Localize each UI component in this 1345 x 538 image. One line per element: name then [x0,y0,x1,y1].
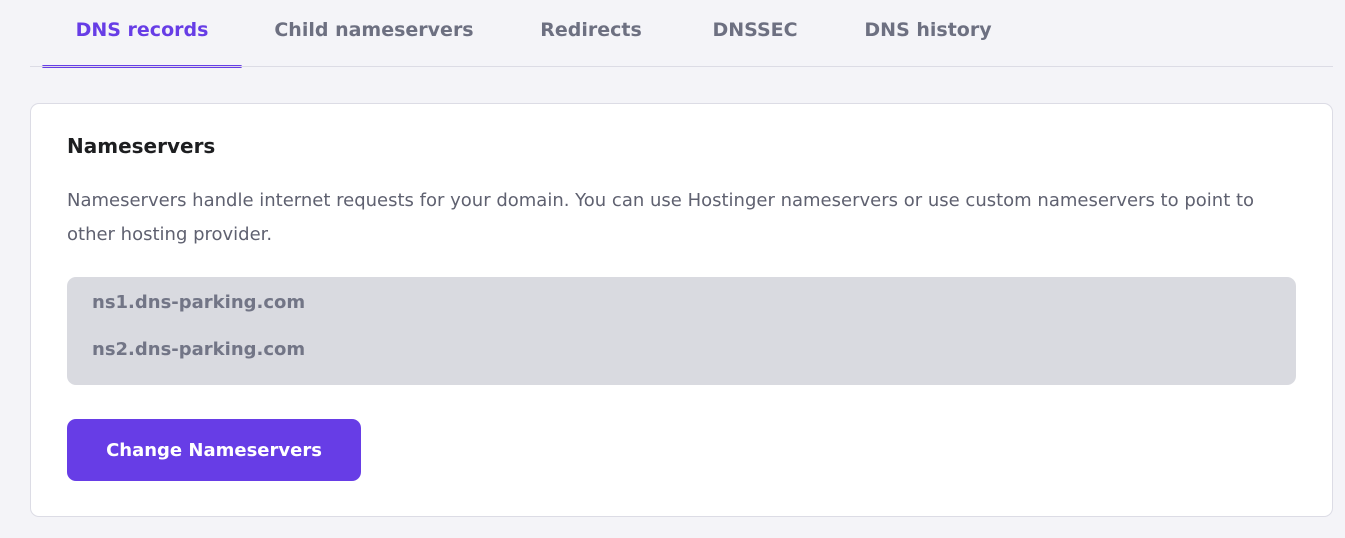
card-description: Nameservers handle internet requests for… [67,190,1255,245]
tab-child-nameservers[interactable]: Child nameservers [260,0,488,68]
nameserver-item: ns1.dns-parking.com [92,292,306,313]
tab-label: Redirects [540,19,642,41]
tab-dns-records[interactable]: DNS records [42,0,242,68]
nameservers-card: Nameservers Nameservers handle internet … [30,103,1333,517]
dns-tabs: DNS records Child nameservers Redirects … [0,0,1345,68]
tab-redirects[interactable]: Redirects [520,0,662,68]
tab-label: DNS history [864,19,992,41]
tab-dnssec[interactable]: DNSSEC [698,0,812,68]
card-title: Nameservers [67,134,216,158]
nameserver-item: ns2.dns-parking.com [92,339,306,360]
tab-dns-history[interactable]: DNS history [850,0,1006,68]
tab-label: DNS records [75,19,209,41]
nameserver-list: ns1.dns-parking.com ns2.dns-parking.com [67,277,1296,385]
tabs-divider [30,66,1333,67]
change-nameservers-button[interactable]: Change Nameservers [67,419,361,481]
tab-label: DNSSEC [712,19,798,41]
tab-label: Child nameservers [274,19,474,41]
